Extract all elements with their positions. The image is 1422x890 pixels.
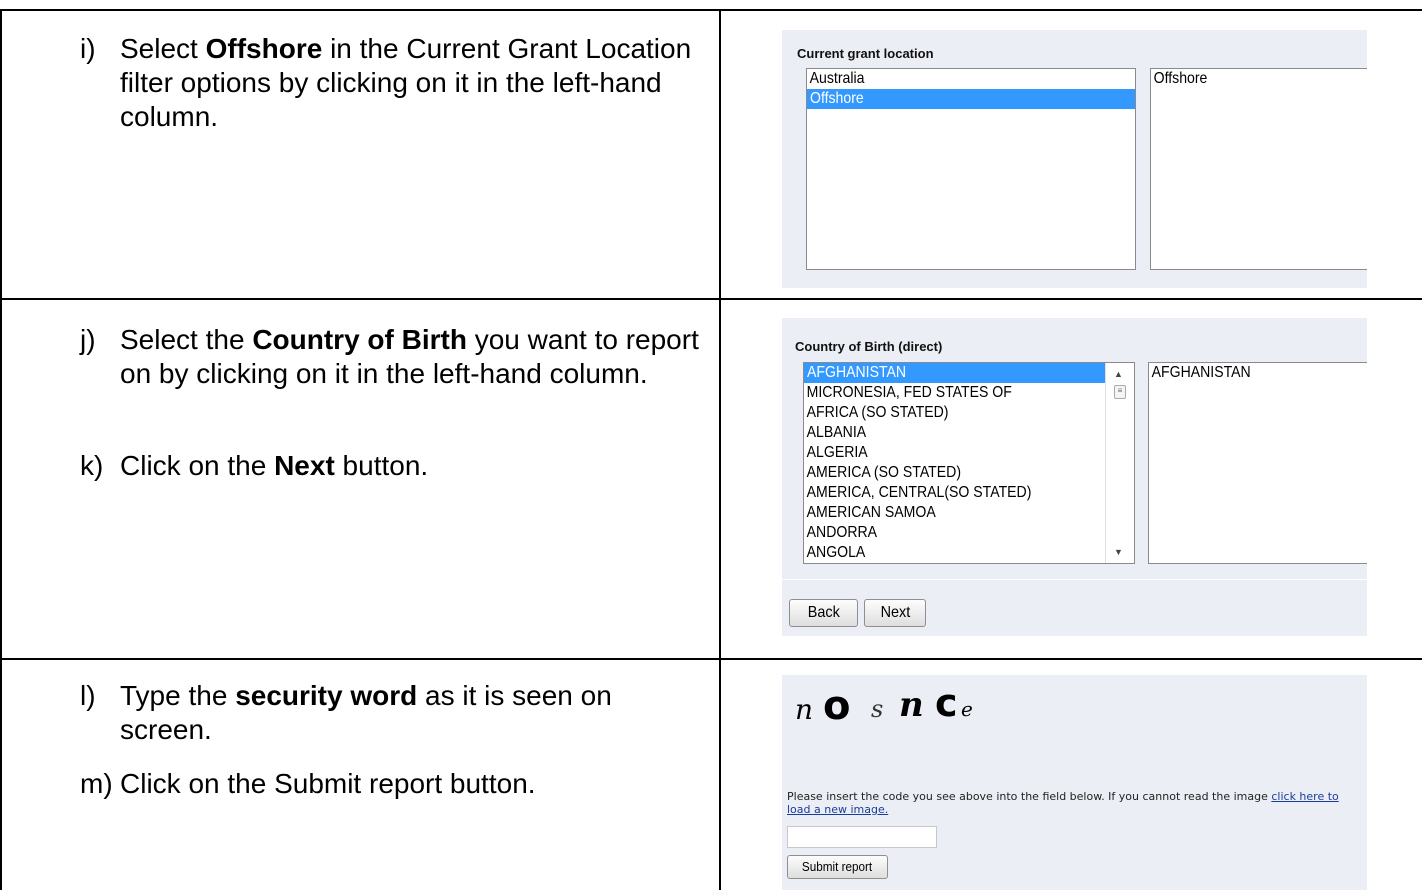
step-text: Select the Country of Birth you want to …: [120, 323, 700, 391]
list-item[interactable]: AMERICA (SO STATED): [804, 463, 1094, 483]
captcha-glyph: s: [871, 695, 884, 723]
step-label: m): [80, 768, 113, 799]
table-border-left: [0, 9, 2, 890]
step-text: Select Offshore in the Current Grant Loc…: [120, 32, 700, 134]
list-item-selected[interactable]: Offshore: [807, 89, 1135, 109]
captcha-glyph: e: [961, 697, 973, 721]
grant-location-available-list[interactable]: Australia Offshore: [806, 68, 1136, 270]
step-text: Click on the Submit report button.: [120, 768, 536, 799]
step-label: k): [80, 450, 104, 481]
scroll-thumb-grip-icon[interactable]: ≡: [1114, 385, 1126, 399]
scroll-down-arrow-icon[interactable]: ▼: [1114, 547, 1123, 557]
captcha-glyph: n: [795, 693, 814, 726]
step-text-bold: Next: [274, 450, 335, 481]
table-border-top: [0, 9, 1422, 11]
security-code-input[interactable]: [787, 826, 937, 848]
back-button[interactable]: Back: [789, 599, 858, 627]
list-item-selected[interactable]: AFGHANISTAN: [804, 363, 1106, 383]
list-item[interactable]: ALGERIA: [804, 443, 1094, 463]
security-hint-text: Please insert the code you see above int…: [787, 790, 1272, 803]
step-text-pre: Click on the: [120, 450, 275, 481]
list-item[interactable]: AMERICA, CENTRAL(SO STATED): [804, 483, 1094, 503]
submit-report-button[interactable]: Submit report: [787, 855, 888, 879]
list-item[interactable]: AFRICA (SO STATED): [804, 403, 1094, 423]
list-item[interactable]: Australia: [807, 69, 1096, 89]
list-item-label: AFGHANISTAN: [807, 364, 907, 381]
country-list-scrollbar[interactable]: ▲ ≡ ▼: [1105, 363, 1134, 563]
country-chosen-list[interactable]: AFGHANISTAN: [1148, 362, 1367, 564]
step-text-bold: Offshore: [205, 33, 323, 64]
grant-location-chosen-list[interactable]: Offshore: [1150, 68, 1367, 270]
step-label: l): [80, 680, 96, 711]
list-item[interactable]: ALBANIA: [804, 423, 1094, 443]
country-available-list[interactable]: AFGHANISTAN MICRONESIA, FED STATES OF AF…: [803, 362, 1135, 564]
step-text-bold: Country of Birth: [252, 324, 467, 355]
grant-location-title: Current grant location: [797, 46, 934, 61]
captcha-glyph: n: [899, 685, 924, 725]
panel-divider: [782, 579, 1367, 580]
step-text: Click on the Next button.: [120, 449, 700, 483]
country-of-birth-title: Country of Birth (direct): [795, 339, 943, 354]
captcha-glyph: c: [935, 681, 958, 725]
step-text-bold: security word: [235, 680, 418, 711]
country-of-birth-panel: Country of Birth (direct) AFGHANISTAN MI…: [782, 318, 1367, 636]
security-hint: Please insert the code you see above int…: [787, 790, 1357, 816]
list-item[interactable]: MICRONESIA, FED STATES OF: [804, 383, 1094, 403]
step-label: j): [80, 324, 96, 355]
step-text: Type the security word as it is seen on …: [120, 679, 700, 747]
step-text-post: button.: [334, 450, 429, 481]
list-item[interactable]: ANDORRA: [804, 523, 1094, 543]
next-button-label: Next: [880, 604, 910, 621]
next-button[interactable]: Next: [864, 599, 926, 627]
step-text-pre: Type the: [120, 680, 236, 711]
list-item[interactable]: Offshore: [1151, 69, 1352, 89]
list-item-label: Offshore: [810, 90, 864, 107]
step-label: i): [80, 33, 96, 64]
step-text-pre: Select: [120, 33, 206, 64]
table-column-divider: [719, 9, 721, 890]
submit-report-label: Submit report: [802, 859, 873, 874]
list-item[interactable]: AMERICAN SAMOA: [804, 503, 1094, 523]
captcha-glyph: o: [823, 683, 851, 729]
list-item[interactable]: AFGHANISTAN: [1149, 363, 1351, 383]
table-row-divider: [0, 658, 1422, 660]
list-item[interactable]: ANGOLA: [804, 543, 1094, 563]
scroll-up-arrow-icon[interactable]: ▲: [1114, 369, 1123, 379]
grant-location-panel: Current grant location Australia Offshor…: [782, 30, 1367, 288]
table-row-divider: [0, 298, 1422, 300]
step-text-pre: Select the: [120, 324, 253, 355]
back-button-label: Back: [807, 604, 840, 621]
